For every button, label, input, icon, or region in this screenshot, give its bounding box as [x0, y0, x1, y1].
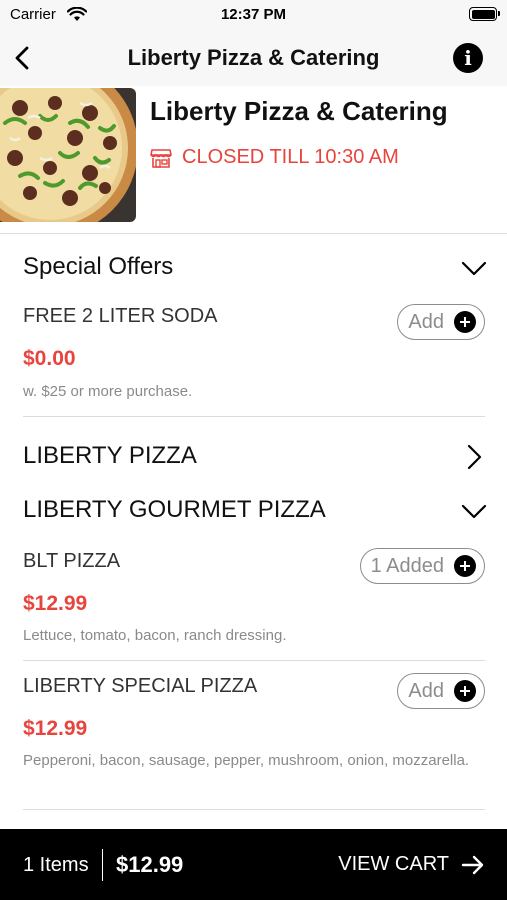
chevron-down-icon[interactable] — [461, 255, 487, 281]
section-title[interactable]: LIBERTY PIZZA — [23, 442, 197, 470]
add-button[interactable]: Add — [397, 673, 485, 709]
cart-item-count: 1 Items — [23, 854, 89, 876]
nav-title: Liberty Pizza & Catering — [127, 45, 380, 70]
battery-icon — [469, 7, 500, 21]
item-name: FREE 2 LITER SODA — [23, 305, 218, 327]
item-price: $12.99 — [23, 717, 88, 740]
plus-icon — [454, 311, 476, 333]
chevron-down-icon[interactable] — [461, 498, 487, 524]
arrow-right-icon — [461, 855, 484, 874]
item-description: Lettuce, tomato, bacon, ranch dressing. — [23, 627, 287, 644]
restaurant-header: Liberty Pizza & Catering CLOSED TILL 10:… — [0, 86, 507, 234]
plus-icon — [454, 680, 476, 702]
back-icon[interactable] — [10, 44, 38, 72]
item-name: BLT PIZZA — [23, 550, 121, 572]
section-title[interactable]: Special Offers — [23, 253, 173, 281]
divider — [23, 809, 485, 810]
nav-bar: Liberty Pizza & Catering i — [0, 30, 507, 86]
section-special-offers: Special Offers FREE 2 LITER SODA Add $0.… — [0, 233, 507, 417]
add-button-label: Add — [408, 679, 444, 702]
store-icon — [150, 148, 172, 168]
hours-status: CLOSED TILL 10:30 AM — [150, 146, 399, 169]
added-button[interactable]: 1 Added — [359, 548, 485, 584]
view-cart-button[interactable]: VIEW CART — [338, 853, 485, 876]
item-name: LIBERTY SPECIAL PIZZA — [23, 675, 258, 697]
clock: 12:37 PM — [220, 6, 287, 23]
view-cart-label: VIEW CART — [338, 853, 449, 875]
info-icon[interactable]: i — [453, 43, 483, 73]
section-liberty-gourmet-pizza: LIBERTY GOURMET PIZZA BLT PIZZA 1 Added … — [0, 484, 507, 814]
cart-separator — [102, 849, 103, 881]
divider — [23, 660, 485, 661]
closed-status-text: CLOSED TILL 10:30 AM — [182, 146, 399, 168]
restaurant-name: Liberty Pizza & Catering — [150, 96, 448, 126]
section-title[interactable]: LIBERTY GOURMET PIZZA — [23, 496, 326, 524]
add-button-label: 1 Added — [370, 554, 444, 577]
plus-icon — [454, 555, 476, 577]
add-button-label: Add — [408, 310, 444, 333]
item-price: $0.00 — [23, 347, 76, 370]
section-liberty-pizza[interactable]: LIBERTY PIZZA — [0, 430, 507, 482]
item-description: w. $25 or more purchase. — [23, 383, 193, 400]
item-description: Pepperoni, bacon, sausage, pepper, mushr… — [23, 752, 470, 769]
cart-total: $12.99 — [116, 852, 184, 877]
status-bar: Carrier 12:37 PM — [0, 0, 507, 30]
add-button[interactable]: Add — [397, 304, 485, 340]
item-price: $12.99 — [23, 592, 88, 615]
restaurant-image — [0, 88, 136, 222]
cart-bar[interactable]: 1 Items $12.99 VIEW CART — [0, 829, 507, 900]
chevron-right-icon[interactable] — [461, 444, 487, 470]
divider — [23, 416, 485, 417]
